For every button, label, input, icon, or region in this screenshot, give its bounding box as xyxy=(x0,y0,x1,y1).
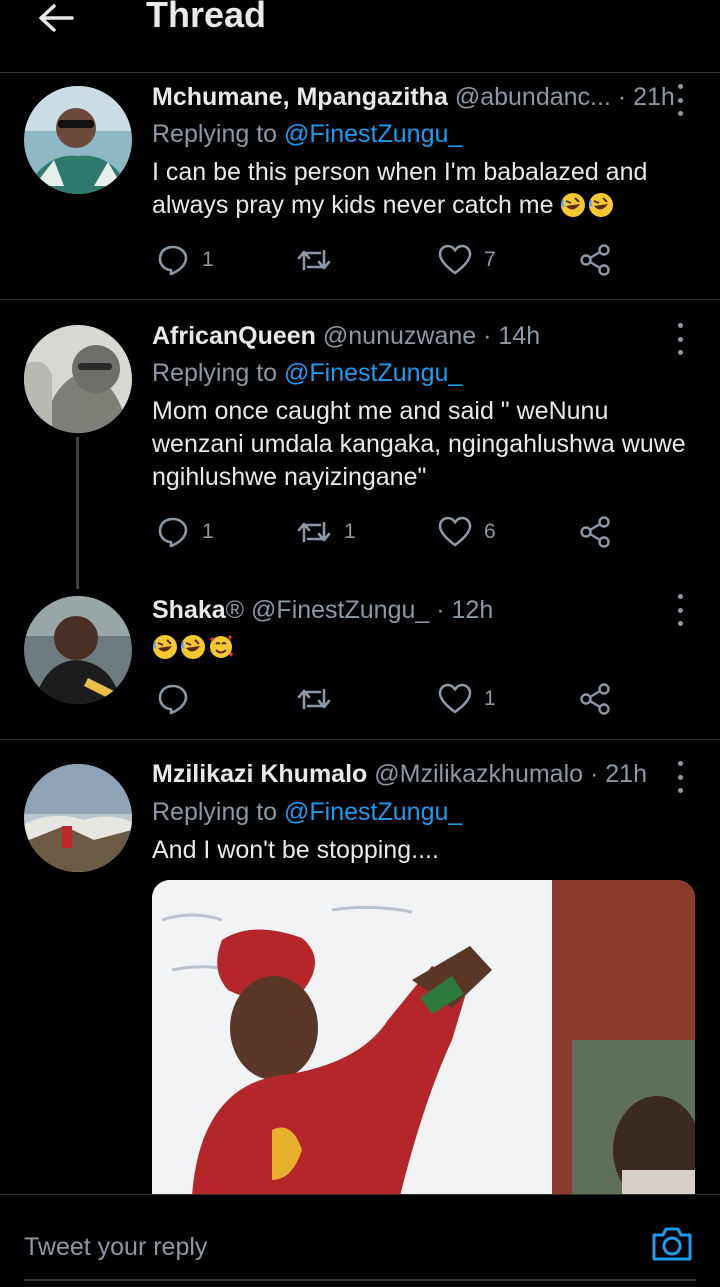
share-icon xyxy=(580,244,610,276)
divider xyxy=(0,299,720,300)
retweet-icon xyxy=(297,521,331,543)
avatar[interactable] xyxy=(24,325,132,433)
more-options-icon[interactable] xyxy=(668,594,692,626)
replying-prefix: Replying to xyxy=(152,359,278,387)
retweet-icon xyxy=(297,688,331,710)
retweet-icon xyxy=(297,249,331,271)
timestamp: 12h xyxy=(451,596,494,624)
separator-dot: · xyxy=(617,83,627,111)
user-name[interactable]: Mzilikazi Khumalo xyxy=(152,760,367,788)
timestamp: 14h xyxy=(498,322,541,350)
like-count: 7 xyxy=(484,248,496,271)
reply-icon xyxy=(158,245,188,276)
tweet-actions: 1 7 xyxy=(152,240,622,280)
replying-prefix: Replying to xyxy=(152,120,278,148)
divider xyxy=(0,739,720,740)
tweet-meta: Mchumane, Mpangazitha @abundanc... · 21h xyxy=(152,83,675,112)
like-button[interactable]: 7 xyxy=(438,240,496,280)
camera-icon[interactable] xyxy=(650,1223,694,1263)
reply-icon xyxy=(158,517,188,548)
replying-to: Replying to @FinestZungu_ xyxy=(152,359,462,388)
heart-icon xyxy=(438,244,472,275)
registered-badge: ® xyxy=(225,596,245,624)
tweet-meta: Mzilikazi Khumalo @Mzilikazkhumalo · 21h xyxy=(152,760,647,789)
smiling-face-with-hearts-emoji-icon xyxy=(210,635,233,658)
page-title: Thread xyxy=(146,0,267,35)
retweet-button[interactable]: 1 xyxy=(296,512,356,552)
tweet-text: Mom once caught me and said " weNunu wen… xyxy=(152,397,686,491)
mention-link[interactable]: @FinestZungu_ xyxy=(284,798,462,826)
share-icon xyxy=(580,683,610,715)
timestamp: 21h xyxy=(605,760,647,788)
rofl-emoji-icon xyxy=(561,193,586,217)
like-button[interactable]: 6 xyxy=(438,512,496,552)
tweet-actions: 1 xyxy=(152,679,622,719)
reply-button[interactable]: 1 xyxy=(156,240,214,280)
user-name[interactable]: Shaka xyxy=(152,596,226,624)
replying-prefix: Replying to xyxy=(152,798,278,826)
divider xyxy=(24,1279,696,1281)
heart-icon xyxy=(438,683,472,714)
share-icon xyxy=(580,516,610,548)
separator-dot: · xyxy=(436,596,445,624)
back-arrow-icon[interactable] xyxy=(34,0,78,36)
user-handle[interactable]: @nunuzwane xyxy=(323,322,476,350)
share-button[interactable] xyxy=(578,512,612,552)
avatar[interactable] xyxy=(24,764,132,872)
retweet-button[interactable] xyxy=(296,240,344,280)
separator-dot: · xyxy=(589,760,599,788)
tweet-text xyxy=(152,631,702,664)
reply-button[interactable]: 1 xyxy=(156,512,214,552)
replying-to: Replying to @FinestZungu_ xyxy=(152,798,462,827)
reply-count: 1 xyxy=(202,520,214,543)
like-count: 1 xyxy=(484,687,496,710)
rofl-emoji-icon xyxy=(153,635,177,659)
user-name[interactable]: Mchumane, Mpangazitha xyxy=(152,83,448,111)
reply-button[interactable] xyxy=(156,679,202,719)
more-options-icon[interactable] xyxy=(668,84,692,116)
like-count: 6 xyxy=(484,520,496,543)
tweet-media-image[interactable] xyxy=(152,880,695,1196)
thread-connector xyxy=(76,437,79,589)
tweet-actions: 1 1 6 xyxy=(152,512,622,552)
user-handle[interactable]: @abundanc... xyxy=(455,83,611,111)
reply-composer: Tweet your reply xyxy=(0,1194,720,1287)
reply-input[interactable]: Tweet your reply xyxy=(24,1233,207,1262)
tweet-meta: AfricanQueen @nunuzwane · 14h xyxy=(152,322,540,351)
rofl-emoji-icon xyxy=(181,635,205,659)
tweet-text: I can be this person when I'm babalazed … xyxy=(152,156,702,222)
retweet-button[interactable] xyxy=(296,679,344,719)
rofl-emoji-icon xyxy=(589,193,614,217)
retweet-count: 1 xyxy=(344,520,356,543)
more-options-icon[interactable] xyxy=(668,323,692,355)
user-handle[interactable]: @Mzilikazkhumalo xyxy=(374,760,583,788)
mention-link[interactable]: @FinestZungu_ xyxy=(284,120,462,148)
user-name[interactable]: AfricanQueen xyxy=(152,322,316,350)
tweet-meta: Shaka® @FinestZungu_ · 12h xyxy=(152,596,493,625)
reply-count: 1 xyxy=(202,248,214,271)
separator-dot: · xyxy=(483,322,492,350)
avatar[interactable] xyxy=(24,596,132,704)
avatar[interactable] xyxy=(24,86,132,194)
top-bar: Thread xyxy=(0,0,720,73)
heart-icon xyxy=(438,516,472,547)
reply-icon xyxy=(158,684,188,715)
tweet-text: And I won't be stopping.... xyxy=(152,836,439,864)
like-button[interactable]: 1 xyxy=(438,679,496,719)
share-button[interactable] xyxy=(578,240,612,280)
mention-link[interactable]: @FinestZungu_ xyxy=(284,359,462,387)
user-handle[interactable]: @FinestZungu_ xyxy=(251,596,429,624)
share-button[interactable] xyxy=(578,679,612,719)
replying-to: Replying to @FinestZungu_ xyxy=(152,120,462,149)
more-options-icon[interactable] xyxy=(668,761,692,793)
